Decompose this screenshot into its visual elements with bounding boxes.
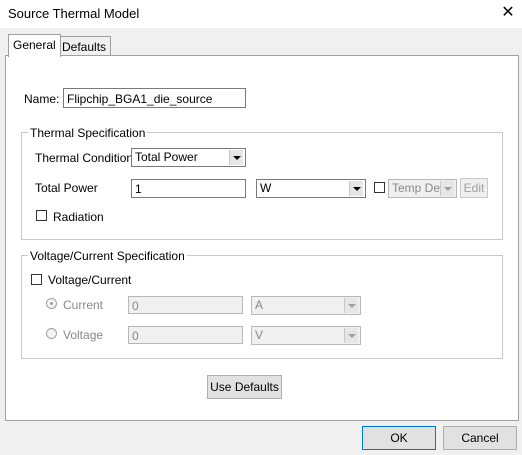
voltage-radio[interactable] <box>46 328 57 339</box>
radiation-checkbox[interactable] <box>36 210 47 221</box>
thermal-condition-select[interactable]: Total Power <box>131 148 246 167</box>
chevron-down-icon <box>344 298 358 313</box>
voltage-label: Voltage <box>63 328 104 342</box>
edit-button[interactable]: Edit <box>460 178 488 198</box>
voltage-input[interactable]: 0 <box>128 326 243 344</box>
current-input[interactable]: 0 <box>128 296 243 314</box>
current-label: Current <box>63 298 104 312</box>
chevron-down-icon <box>344 328 358 343</box>
ok-button[interactable]: OK <box>362 426 436 450</box>
thermal-condition-value: Total Power <box>135 150 198 164</box>
name-input[interactable]: Flipchip_BGA1_die_source <box>63 88 246 108</box>
tab-general[interactable]: General <box>8 34 61 57</box>
name-label: Name: <box>24 92 60 106</box>
thermal-condition-label: Thermal Condition <box>35 151 134 165</box>
voltage-unit-value: V <box>255 328 264 342</box>
voltage-current-title: Voltage/Current Specification <box>28 249 187 263</box>
chevron-down-icon <box>349 181 363 196</box>
voltage-unit-select[interactable]: V <box>251 326 361 345</box>
current-unit-select[interactable]: A <box>251 296 361 315</box>
current-unit-value: A <box>255 298 264 312</box>
use-defaults-button[interactable]: Use Defaults <box>207 375 282 399</box>
thermal-spec-title: Thermal Specification <box>28 126 148 140</box>
temp-dep-value: Temp Dep <box>392 181 447 195</box>
power-unit-value: W <box>260 181 272 195</box>
voltage-current-checkbox[interactable] <box>31 274 42 285</box>
temp-dep-checkbox[interactable] <box>374 182 385 193</box>
total-power-input[interactable]: 1 <box>131 179 246 198</box>
voltage-current-label: Voltage/Current <box>48 273 132 287</box>
chevron-down-icon <box>440 181 454 196</box>
radiation-label: Radiation <box>53 210 104 224</box>
temp-dep-select[interactable]: Temp Dep <box>388 179 457 198</box>
close-icon[interactable]: ✕ <box>496 2 520 24</box>
current-radio[interactable] <box>46 298 57 309</box>
cancel-button[interactable]: Cancel <box>443 426 517 450</box>
chevron-down-icon <box>229 150 243 165</box>
power-unit-select[interactable]: W <box>256 179 366 198</box>
window-title: Source Thermal Model <box>8 6 140 21</box>
tab-defaults[interactable]: Defaults <box>57 36 112 57</box>
total-power-label: Total Power <box>35 181 98 195</box>
